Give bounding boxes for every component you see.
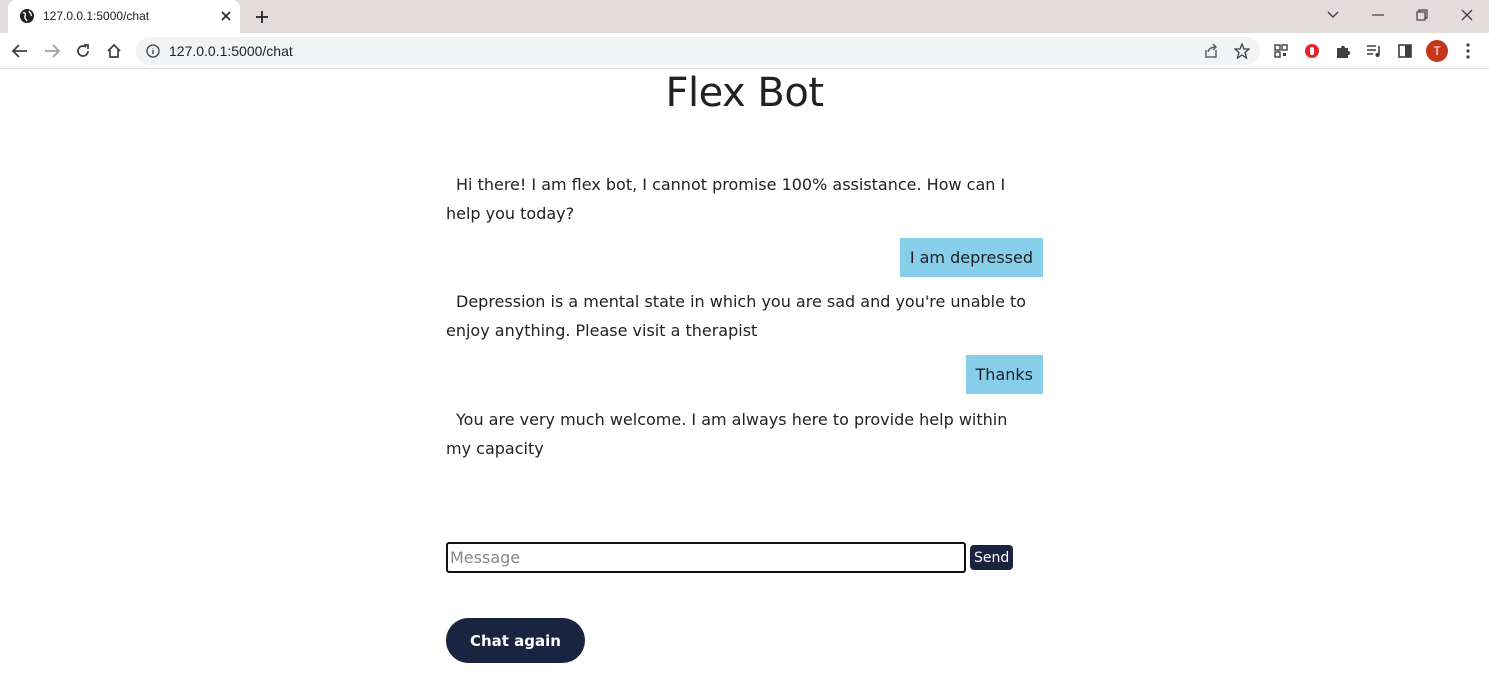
more-menu-icon[interactable] [1457, 40, 1479, 62]
forward-arrow-icon[interactable] [41, 40, 63, 62]
chat-log: Hi there! I am flex bot, I cannot promis… [446, 170, 1043, 463]
globe-icon [20, 9, 34, 23]
user-message: I am depressed [899, 238, 1043, 277]
tab-search-chevron-icon[interactable] [1320, 4, 1346, 26]
bot-message: You are very much welcome. I am always h… [446, 410, 1008, 458]
qr-code-icon[interactable] [1270, 40, 1292, 62]
media-controls-icon[interactable] [1363, 40, 1385, 62]
minimize-icon[interactable] [1365, 4, 1391, 26]
extensions-puzzle-icon[interactable] [1332, 40, 1354, 62]
chat-again-button[interactable]: Chat again [446, 618, 585, 663]
user-message: Thanks [965, 355, 1043, 394]
bot-message: Hi there! I am flex bot, I cannot promis… [446, 175, 1006, 223]
close-tab-icon[interactable] [217, 7, 235, 25]
close-window-icon[interactable] [1454, 4, 1480, 26]
message-composer: Send [446, 542, 1014, 573]
adblock-extension-icon[interactable] [1301, 40, 1323, 62]
user-message-row: I am depressed [446, 238, 1043, 277]
browser-toolbar: 127.0.0.1:5000/chat T [0, 33, 1489, 69]
user-message-row: Thanks [446, 355, 1043, 394]
address-bar[interactable]: 127.0.0.1:5000/chat [136, 37, 1260, 65]
address-url: 127.0.0.1:5000/chat [169, 43, 293, 59]
browser-tabstrip: 127.0.0.1:5000/chat [0, 0, 1489, 33]
site-info-icon[interactable] [146, 44, 160, 58]
page-title: Flex Bot [665, 70, 824, 116]
restore-icon[interactable] [1409, 4, 1435, 26]
tab-title: 127.0.0.1:5000/chat [43, 9, 150, 23]
profile-avatar[interactable]: T [1426, 40, 1448, 62]
side-panel-icon[interactable] [1394, 40, 1416, 62]
send-button[interactable]: Send [970, 545, 1014, 570]
new-tab-icon[interactable] [252, 7, 272, 27]
share-icon[interactable] [1200, 40, 1222, 62]
message-input[interactable] [446, 542, 966, 573]
bookmark-star-icon[interactable] [1231, 40, 1253, 62]
home-icon[interactable] [103, 40, 125, 62]
browser-tab[interactable]: 127.0.0.1:5000/chat [8, 0, 240, 33]
back-arrow-icon[interactable] [9, 40, 31, 62]
bot-message: Depression is a mental state in which yo… [446, 292, 1027, 340]
reload-icon[interactable] [72, 40, 94, 62]
